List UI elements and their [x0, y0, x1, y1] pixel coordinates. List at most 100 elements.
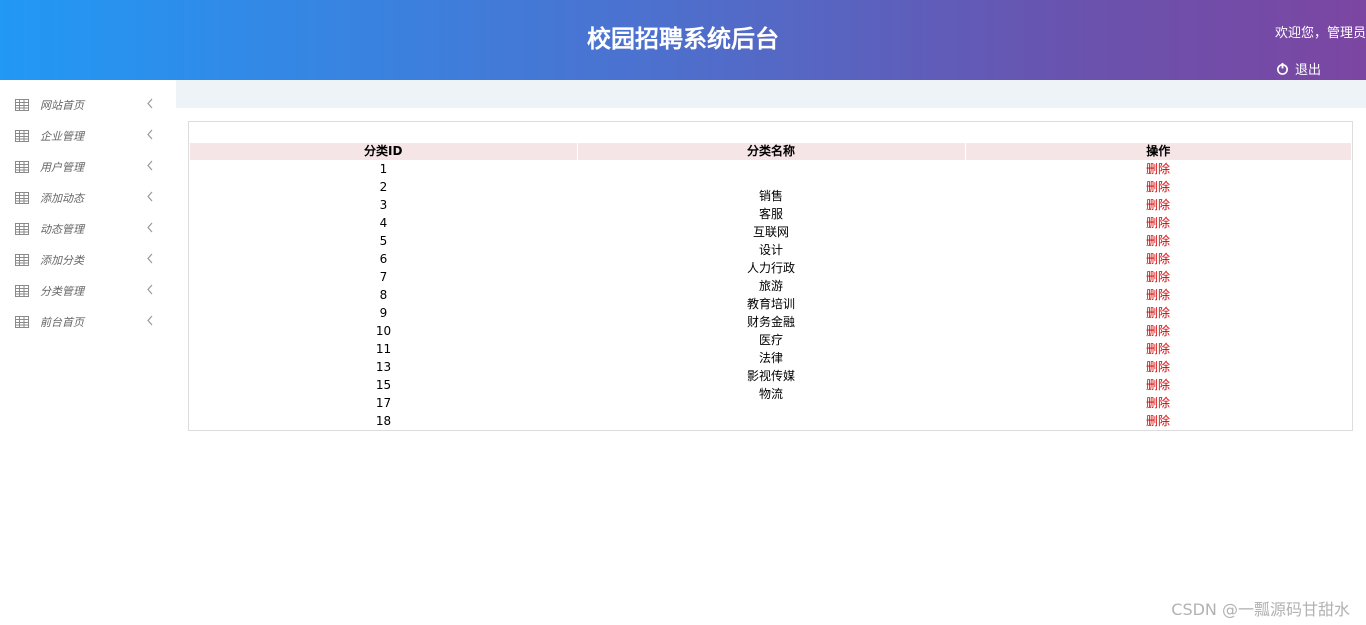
cell-id: 10	[375, 324, 392, 338]
chevron-left-icon	[147, 160, 153, 171]
cell-id: 17	[375, 396, 392, 410]
cell-name: 旅游	[758, 279, 783, 293]
delete-link[interactable]: 删除	[1146, 162, 1170, 176]
sidebar-item-label: 添加分类	[40, 254, 84, 267]
sidebar-item[interactable]: 网站首页	[0, 88, 176, 119]
cell-name: 互联网	[752, 225, 789, 239]
grid-icon	[15, 316, 29, 328]
cell-id: 9	[379, 306, 388, 320]
grid-icon	[15, 99, 29, 111]
cell-action: 删除	[965, 322, 1351, 340]
logout-button[interactable]: 退出	[1276, 59, 1321, 78]
cell-name: 教育培训	[746, 297, 795, 311]
sidebar-item-label: 网站首页	[40, 99, 84, 112]
power-icon	[1277, 62, 1288, 75]
cell-action: 删除	[965, 358, 1351, 376]
cell-action: 删除	[965, 160, 1351, 178]
delete-link[interactable]: 删除	[1146, 198, 1170, 212]
delete-link[interactable]: 删除	[1146, 306, 1170, 320]
sidebar-item[interactable]: 前台首页	[0, 305, 176, 336]
cell-id: 18	[375, 414, 392, 428]
welcome-text: 欢迎您，管理员	[1274, 26, 1366, 41]
column-header-id: 分类ID	[190, 143, 577, 160]
cell-name	[577, 403, 965, 421]
cell-name	[577, 169, 965, 187]
cell-id: 7	[379, 270, 388, 284]
cell-action: 删除	[965, 214, 1351, 232]
chevron-left-icon	[147, 98, 153, 109]
delete-link[interactable]: 删除	[1146, 234, 1170, 248]
cell-action: 删除	[965, 232, 1351, 250]
cell-name: 影视传媒	[746, 369, 795, 383]
column-header-action: 操作	[964, 143, 1351, 160]
cell-action: 删除	[965, 250, 1351, 268]
delete-link[interactable]: 删除	[1146, 414, 1170, 428]
sidebar-item[interactable]: 添加动态	[0, 181, 176, 212]
sidebar-item[interactable]: 分类管理	[0, 274, 176, 305]
chevron-left-icon	[147, 253, 153, 264]
grid-icon	[15, 285, 29, 297]
cell-name: 销售	[758, 189, 783, 203]
cell-name	[577, 421, 965, 439]
table-header-row: 分类ID 分类名称 操作	[190, 143, 1351, 160]
page-title: 校园招聘系统后台	[587, 24, 779, 53]
cell-id: 8	[379, 288, 388, 302]
cell-id: 2	[379, 180, 388, 194]
cell-action: 删除	[965, 412, 1351, 430]
category-table: 分类ID 分类名称 操作 1 删除 2 销售 删除 3 客服 删除 4 互联网 删除 5 设计 删除 6 人力…	[190, 143, 1351, 430]
breadcrumb-bar	[176, 80, 1366, 108]
delete-link[interactable]: 删除	[1146, 216, 1170, 230]
cell-name: 人力行政	[746, 261, 795, 275]
cell-name: 物流	[758, 387, 783, 401]
delete-link[interactable]: 删除	[1146, 270, 1170, 284]
cell-name: 财务金融	[746, 315, 795, 329]
delete-link[interactable]: 删除	[1146, 324, 1170, 338]
sidebar: 网站首页企业管理用户管理添加动态动态管理添加分类分类管理前台首页	[0, 80, 176, 625]
category-table-panel: 分类ID 分类名称 操作 1 删除 2 销售 删除 3 客服 删除 4 互联网 删除 5 设计 删除 6 人力…	[188, 121, 1353, 431]
sidebar-item-label: 企业管理	[40, 130, 84, 143]
cell-id: 11	[375, 342, 392, 356]
delete-link[interactable]: 删除	[1146, 342, 1170, 356]
cell-id: 15	[375, 378, 392, 392]
chevron-left-icon	[147, 191, 153, 202]
cell-name: 法律	[758, 351, 783, 365]
cell-action: 删除	[965, 340, 1351, 358]
chevron-left-icon	[147, 315, 153, 326]
sidebar-item-label: 分类管理	[40, 285, 84, 298]
cell-name: 客服	[758, 207, 783, 221]
cell-action: 删除	[965, 178, 1351, 196]
cell-action: 删除	[965, 304, 1351, 322]
sidebar-item-label: 用户管理	[40, 161, 84, 174]
delete-link[interactable]: 删除	[1146, 360, 1170, 374]
grid-icon	[15, 192, 29, 204]
sidebar-item[interactable]: 动态管理	[0, 212, 176, 243]
sidebar-item[interactable]: 用户管理	[0, 150, 176, 181]
delete-link[interactable]: 删除	[1146, 288, 1170, 302]
cell-action: 删除	[965, 286, 1351, 304]
grid-icon	[15, 130, 29, 142]
chevron-left-icon	[147, 222, 153, 233]
sidebar-item[interactable]: 添加分类	[0, 243, 176, 274]
cell-action: 删除	[965, 268, 1351, 286]
cell-id: 6	[379, 252, 388, 266]
delete-link[interactable]: 删除	[1146, 396, 1170, 410]
cell-id: 4	[379, 216, 388, 230]
cell-id: 13	[375, 360, 392, 374]
sidebar-item[interactable]: 企业管理	[0, 119, 176, 150]
delete-link[interactable]: 删除	[1146, 180, 1170, 194]
delete-link[interactable]: 删除	[1146, 252, 1170, 266]
sidebar-item-label: 前台首页	[40, 316, 84, 329]
chevron-left-icon	[147, 129, 153, 140]
cell-action: 删除	[965, 394, 1351, 412]
cell-name: 设计	[758, 243, 783, 257]
sidebar-item-label: 动态管理	[40, 223, 84, 236]
cell-name: 医疗	[758, 333, 783, 347]
cell-id: 3	[379, 198, 388, 212]
cell-id: 1	[379, 162, 388, 176]
logout-label: 退出	[1295, 63, 1322, 78]
cell-action: 删除	[965, 376, 1351, 394]
column-header-name: 分类名称	[576, 143, 965, 160]
delete-link[interactable]: 删除	[1146, 378, 1170, 392]
grid-icon	[15, 223, 29, 235]
grid-icon	[15, 254, 29, 266]
